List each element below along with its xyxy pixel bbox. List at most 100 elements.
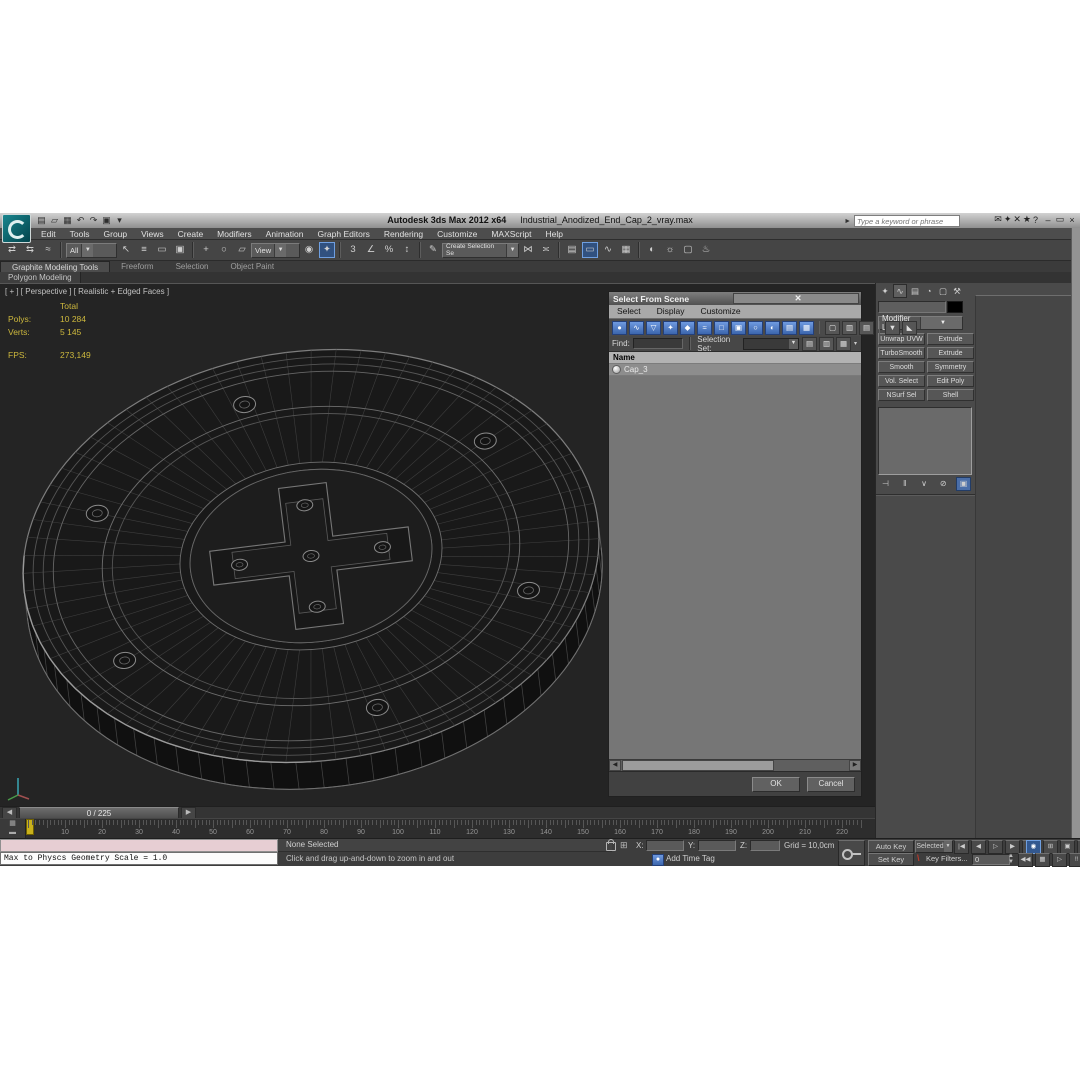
display-hidden-icon[interactable]: ▦ [799, 320, 814, 335]
pan-icon[interactable]: ▷ [1052, 853, 1067, 867]
close-icon[interactable]: × [1067, 215, 1077, 225]
dialog-title-bar[interactable]: Select From Scene ✕ [609, 292, 861, 305]
absolute-mode-icon[interactable]: ⊞ [620, 840, 628, 851]
menu-item[interactable]: Group [97, 228, 135, 239]
rendered-frame-icon[interactable]: ▢ [680, 242, 696, 258]
modifier-button[interactable]: Smooth [878, 361, 925, 373]
help-icon[interactable]: ? [1033, 215, 1038, 225]
menu-item[interactable]: Customize [430, 228, 484, 239]
pin-stack-icon[interactable]: ⊣ [879, 478, 892, 490]
configure-sets-icon[interactable]: ▣ [956, 477, 971, 491]
menu-item[interactable]: Graph Editors [310, 228, 376, 239]
redo-icon[interactable]: ↷ [88, 215, 99, 226]
select-scale-icon[interactable]: ▱ [234, 242, 250, 258]
undo-icon[interactable]: ↶ [75, 215, 86, 226]
display-cameras-icon[interactable]: ✦ [663, 320, 678, 335]
align-icon[interactable]: ≍ [538, 242, 554, 258]
track-bar[interactable]: ▦ ▬ 10 20 30 40 50 60 70 80 90 100 110 120 130 140 150 1… [0, 818, 875, 839]
orbit-icon[interactable]: ‼ [1069, 853, 1080, 867]
minimize-icon[interactable]: – [1043, 215, 1053, 225]
remove-modifier-icon[interactable]: ⊘ [937, 478, 950, 490]
ribbon-tab[interactable]: Freeform [110, 261, 164, 272]
dialog-menu-item[interactable]: Customize [693, 305, 749, 318]
list-item[interactable]: Cap_3 [609, 364, 861, 376]
ribbon-tab[interactable]: Selection [165, 261, 220, 272]
time-config-icon[interactable]: ▦ [1035, 853, 1050, 867]
angle-snap-icon[interactable]: ∠ [363, 242, 379, 258]
chevron-down-icon[interactable]: ▼ [789, 338, 798, 349]
selection-set-dropdown[interactable]: ▼ [743, 337, 799, 350]
project-folder-icon[interactable]: ▣ [101, 215, 112, 226]
key-mode-dropdown[interactable]: Selected ▼ [915, 840, 953, 853]
material-editor-icon[interactable]: ◐ [644, 242, 660, 258]
maxscript-listener-line[interactable]: Max to Physcs Geometry Scale = 1.0 [0, 852, 278, 865]
chevron-down-icon[interactable]: ▼ [920, 317, 962, 329]
render-setup-icon[interactable]: ☼ [662, 242, 678, 258]
menu-item[interactable]: Help [538, 228, 569, 239]
use-center-icon[interactable]: ◉ [301, 242, 317, 258]
display-influences-icon[interactable]: ▥ [842, 320, 857, 335]
key-mode-icon[interactable]: ◀◀ [1018, 853, 1033, 867]
x-coordinate-field[interactable] [646, 840, 684, 851]
cancel-button[interactable]: Cancel [807, 776, 855, 792]
window-crossing-icon[interactable]: ▣ [172, 242, 188, 258]
display-tab-icon[interactable]: ▢ [937, 285, 949, 297]
next-frame-icon[interactable]: ▶ [1005, 840, 1020, 854]
viewport-label[interactable]: [ + ] [ Perspective ] [ Realistic + Edge… [5, 287, 169, 296]
dialog-menu-item[interactable]: Display [649, 305, 693, 318]
scroll-right-icon[interactable]: ▶ [849, 760, 861, 771]
modifier-button[interactable]: TurboSmooth [878, 347, 925, 359]
modifier-button[interactable]: Edit Poly [927, 375, 974, 387]
ok-button[interactable]: OK [752, 776, 800, 792]
select-by-name-icon[interactable]: ≡ [136, 242, 152, 258]
menu-item[interactable]: Rendering [377, 228, 430, 239]
select-rotate-icon[interactable]: ○ [216, 242, 232, 258]
chevron-down-icon[interactable]: ▼ [274, 243, 287, 257]
menu-item[interactable]: Animation [259, 228, 311, 239]
new-scene-icon[interactable]: ▤ [36, 215, 47, 226]
display-geometry-icon[interactable]: ● [612, 320, 627, 335]
zoom-extents-icon[interactable]: ▣ [1060, 840, 1075, 854]
motion-tab-icon[interactable]: ◔ [923, 285, 935, 297]
maxscript-mini-listener[interactable] [0, 839, 278, 852]
create-set-icon[interactable]: ▤ [802, 336, 817, 351]
object-color-swatch[interactable] [947, 301, 963, 313]
select-and-link-icon[interactable]: ⇄ [4, 242, 20, 258]
menu-item[interactable]: Views [134, 228, 171, 239]
frame-spinner[interactable]: ▲ ▼ [1008, 853, 1014, 865]
modifier-stack[interactable] [878, 407, 972, 475]
utilities-tab-icon[interactable]: ⚒ [951, 285, 963, 297]
mirror-icon[interactable]: ⋈ [520, 242, 536, 258]
layer-manager-icon[interactable]: ▤ [564, 242, 580, 258]
render-production-icon[interactable]: ♨ [698, 242, 714, 258]
key-filters-button[interactable]: Key Filters... [926, 853, 968, 864]
qat-dropdown-icon[interactable]: ▾ [114, 215, 125, 226]
find-input[interactable] [632, 338, 684, 349]
tab-polygon-modeling[interactable]: Polygon Modeling [0, 272, 81, 283]
ribbon-tab[interactable]: Graphite Modeling Tools [0, 261, 111, 272]
set-keys-button[interactable] [838, 840, 865, 866]
object-name-field[interactable] [878, 301, 946, 313]
add-to-set-icon[interactable]: ▥ [819, 336, 834, 351]
timeline-ruler[interactable]: 10 20 30 40 50 60 70 80 90 100 110 120 130 140 150 160 1… [25, 819, 875, 839]
max-logo-button[interactable] [2, 214, 31, 243]
scroll-left-icon[interactable]: ◀ [609, 760, 621, 771]
menu-item[interactable]: Tools [63, 228, 97, 239]
select-object-icon[interactable]: ↖ [118, 242, 134, 258]
open-mini-curve-editor-icon[interactable]: ▦ ▬ [0, 819, 26, 839]
add-time-tag[interactable]: Add Time Tag [666, 853, 715, 864]
modify-tab-icon[interactable]: ∿ [893, 284, 907, 298]
filter-icon[interactable]: ▼ [885, 320, 900, 335]
display-frozen-icon[interactable]: ▤ [782, 320, 797, 335]
display-spacewarps-icon[interactable]: ≈ [697, 320, 712, 335]
display-lights-icon[interactable]: ▽ [646, 320, 661, 335]
subtract-set-icon[interactable]: ▦ [836, 336, 851, 351]
edit-named-sets-icon[interactable]: ✎ [425, 242, 441, 258]
sign-in-icon[interactable]: ✕ [1013, 214, 1021, 225]
zoom-all-icon[interactable]: ⊞ [1043, 840, 1058, 854]
spinner-snap-icon[interactable]: ↕ [399, 242, 415, 258]
zoom-icon[interactable]: ◉ [1026, 840, 1041, 854]
menu-item[interactable]: Edit [34, 228, 63, 239]
wrench-icon[interactable]: ✦ [1004, 214, 1012, 225]
percent-snap-icon[interactable]: % [381, 242, 397, 258]
